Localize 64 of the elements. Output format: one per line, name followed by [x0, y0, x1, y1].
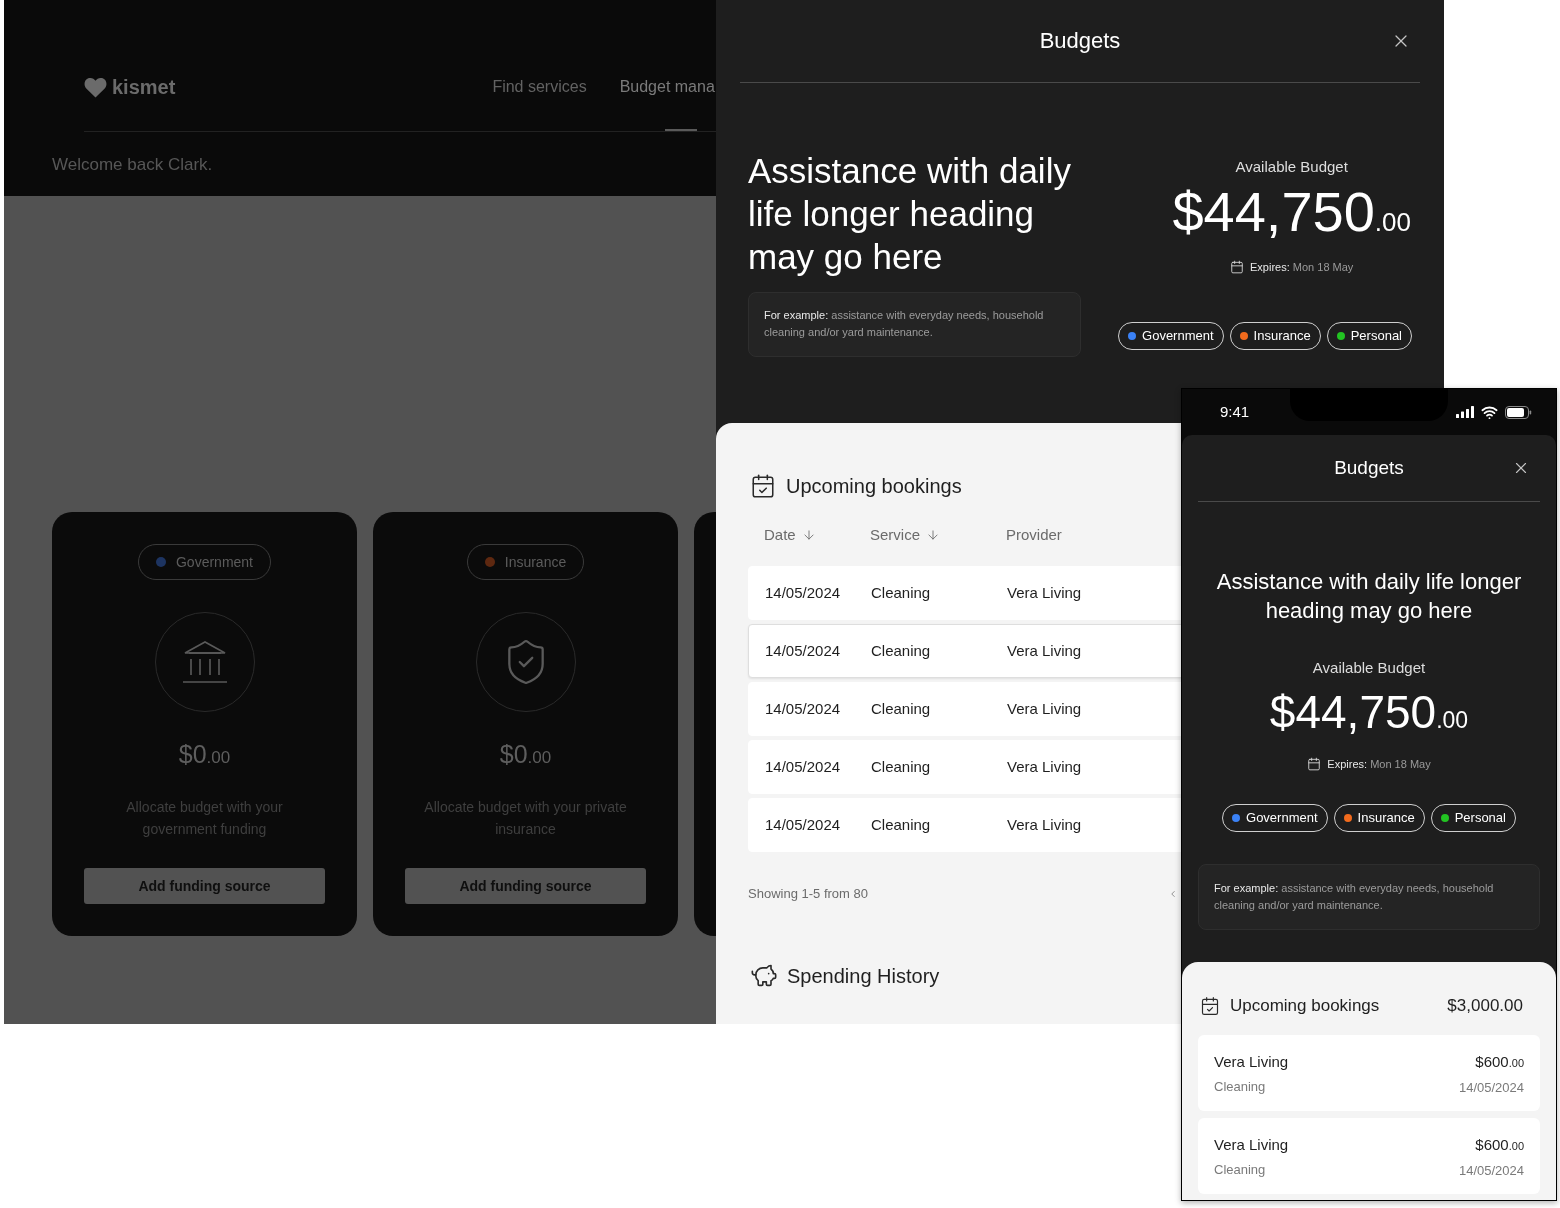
provider-name: Vera Living	[1214, 1052, 1289, 1072]
section-title: Upcoming bookings	[1230, 995, 1380, 1017]
table-cell-text: Vera Living	[1007, 640, 1082, 661]
table-cell-text: 14/05/2024	[765, 582, 842, 603]
funding-amount: $0.00	[178, 740, 231, 770]
section-title: Upcoming bookings	[786, 474, 962, 499]
booking-card[interactable]: Vera Living Cleaning $600.00 14/05/2024	[1198, 1118, 1540, 1194]
table-cell-text: Cleaning	[871, 582, 932, 603]
column-header[interactable]: Service	[870, 525, 941, 545]
service-name: Cleaning	[1214, 1161, 1267, 1179]
booking-card[interactable]: Vera Living Cleaning $600.00 14/05/2024	[1198, 1035, 1540, 1111]
tag-label: Government	[175, 552, 253, 572]
status-time: 9:41	[1220, 402, 1250, 422]
booking-amount: $600.00	[1475, 1135, 1524, 1155]
battery-icon	[1505, 405, 1532, 419]
brand-name: kismet	[112, 76, 176, 98]
sheet-title: Budgets	[1334, 456, 1404, 480]
tag-label: Government	[1246, 809, 1318, 828]
active-indicator	[664, 129, 697, 131]
table-cell-text: Cleaning	[871, 640, 932, 661]
provider-name: Vera Living	[1214, 1135, 1289, 1155]
table-cell-text: Vera Living	[1007, 814, 1082, 835]
table-cell-text: Vera Living	[1007, 698, 1082, 719]
tag-label: Insurance	[1253, 327, 1311, 346]
table-cell-text: 14/05/2024	[765, 640, 842, 661]
heart-logo-icon	[84, 76, 107, 98]
signal-icon	[1456, 406, 1474, 418]
bank-icon	[181, 640, 228, 684]
booking-date: 14/05/2024	[1458, 1079, 1524, 1097]
booking-date: 14/05/2024	[1458, 1162, 1524, 1180]
calendar-icon	[1230, 260, 1245, 274]
table-cell-text: 14/05/2024	[765, 814, 842, 835]
table-cell-text: 14/05/2024	[765, 756, 842, 777]
example-note: For example: assistance with everyday needs, household cleaning and/or yard maintenance.	[748, 292, 1081, 357]
budget-heading: Assistance with daily life longer heading may go here	[748, 150, 1072, 278]
calendar-icon	[1307, 757, 1322, 771]
expiry-date: Expires: Mon 18 May	[1250, 260, 1354, 275]
table-cell-text: Cleaning	[871, 756, 932, 777]
column-header[interactable]: Provider	[1006, 525, 1062, 545]
calendar-check-icon	[1200, 996, 1220, 1016]
budget-amount: $44,750.00	[1172, 181, 1411, 245]
table-cell-text: Cleaning	[871, 698, 932, 719]
pagination-summary: Showing 1-5 from 80	[748, 885, 868, 903]
section-title: Spending History	[787, 964, 940, 989]
bookings-total: $3,000.00	[1447, 995, 1523, 1017]
welcome-message: Welcome back Clark.	[52, 154, 213, 176]
nav-link[interactable]: Budget mana	[619, 76, 715, 98]
service-name: Cleaning	[1214, 1078, 1267, 1096]
table-cell-text: Cleaning	[871, 814, 932, 835]
drawer-title: Budgets	[1039, 27, 1121, 55]
example-note: For example: assistance with everyday needs, household cleaning and/or yard maintenance.	[1198, 864, 1540, 930]
available-budget-label: Available Budget	[1235, 157, 1348, 177]
calendar-check-icon	[750, 473, 776, 499]
table-cell-text: Vera Living	[1007, 756, 1082, 777]
booking-amount: $600.00	[1475, 1052, 1524, 1072]
table-cell-text: 14/05/2024	[765, 698, 842, 719]
tag-label: Insurance	[1357, 809, 1415, 828]
tag-label: Personal	[1350, 327, 1402, 346]
column-header[interactable]: Date	[764, 525, 816, 545]
table-cell-text: Vera Living	[1007, 582, 1082, 603]
tag-label: Government	[1142, 327, 1214, 346]
tag-label: Personal	[1454, 809, 1506, 828]
funding-amount: $0.00	[499, 740, 552, 770]
tag-label: Insurance	[504, 552, 567, 572]
